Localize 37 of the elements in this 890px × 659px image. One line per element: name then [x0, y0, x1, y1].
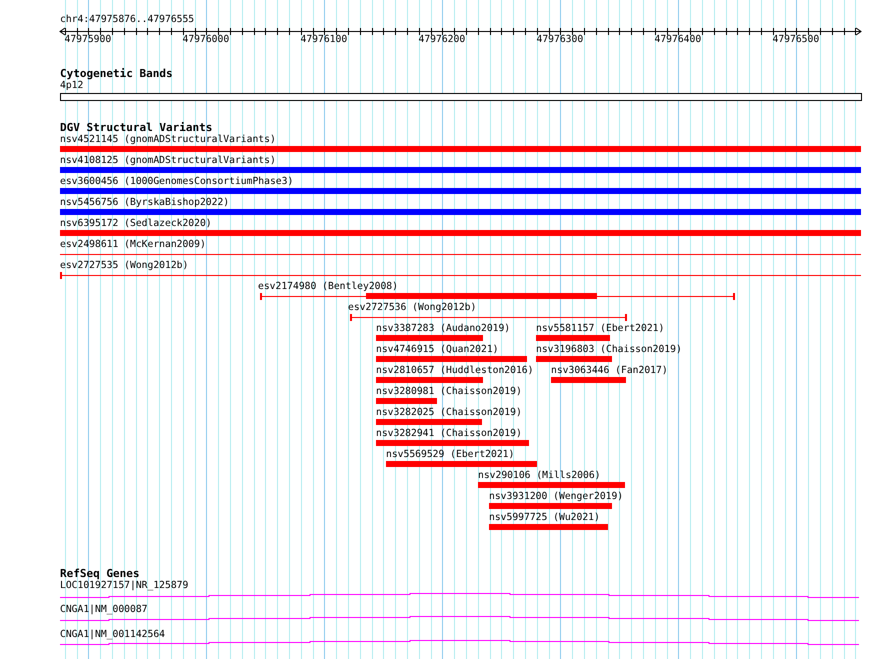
- variant-label: nsv4746915 (Quan2021): [376, 344, 498, 356]
- variant-label: nsv6395172 (Sedlazeck2020): [60, 218, 212, 230]
- gene-label: LOC101927157|NR_125879: [60, 580, 188, 592]
- variant-label: nsv290106 (Mills2006): [478, 470, 600, 482]
- variant-label: esv2498611 (McKernan2009): [60, 239, 206, 251]
- tick-label: 47975900: [64, 34, 112, 46]
- variant-label: nsv5997725 (Wu2021): [489, 512, 600, 524]
- tick-label: 47976500: [772, 34, 820, 46]
- variant-label: nsv2810657 (Huddleston2016): [376, 365, 534, 377]
- track-title: RefSeq Genes: [60, 568, 140, 580]
- variant-label: nsv5569529 (Ebert2021): [386, 449, 514, 461]
- location-label: chr4:47975876..47976555: [60, 14, 194, 26]
- variant-label: nsv3196803 (Chaisson2019): [536, 344, 682, 356]
- variant-label: nsv5456756 (ByrskaBishop2022): [60, 197, 230, 209]
- variant-label: nsv4521145 (gnomADStructuralVariants): [60, 134, 276, 146]
- gene-label: CNGA1|NM_001142564: [60, 629, 165, 641]
- variant-label: nsv3387283 (Audano2019): [376, 323, 510, 335]
- variant-label: nsv5581157 (Ebert2021): [536, 323, 664, 335]
- track-title: DGV Structural Variants: [60, 122, 212, 134]
- variant-label: nsv3931200 (Wenger2019): [489, 491, 624, 503]
- variant-label: nsv4108125 (gnomADStructuralVariants): [60, 155, 276, 167]
- track-title: Cytogenetic Bands: [60, 68, 173, 80]
- gene-label: CNGA1|NM_000087: [60, 604, 148, 616]
- variant-label: nsv3063446 (Fan2017): [551, 365, 668, 377]
- band-label: 4p12: [60, 80, 84, 92]
- tick-label: 47976400: [654, 34, 702, 46]
- variant-label: esv2727535 (Wong2012b): [60, 260, 188, 272]
- variant-label: nsv3282941 (Chaisson2019): [376, 428, 522, 440]
- tick-label: 47976000: [182, 34, 230, 46]
- variant-label: esv2727536 (Wong2012b): [348, 302, 476, 314]
- variant-label: esv3600456 (1000GenomesConsortiumPhase3): [60, 176, 294, 188]
- tick-label: 47976100: [300, 34, 348, 46]
- variant-label: nsv3282025 (Chaisson2019): [376, 407, 522, 419]
- tick-label: 47976200: [418, 34, 466, 46]
- variant-label: nsv3280981 (Chaisson2019): [376, 386, 522, 398]
- tick-label: 47976300: [536, 34, 584, 46]
- variant-label: esv2174980 (Bentley2008): [258, 281, 398, 293]
